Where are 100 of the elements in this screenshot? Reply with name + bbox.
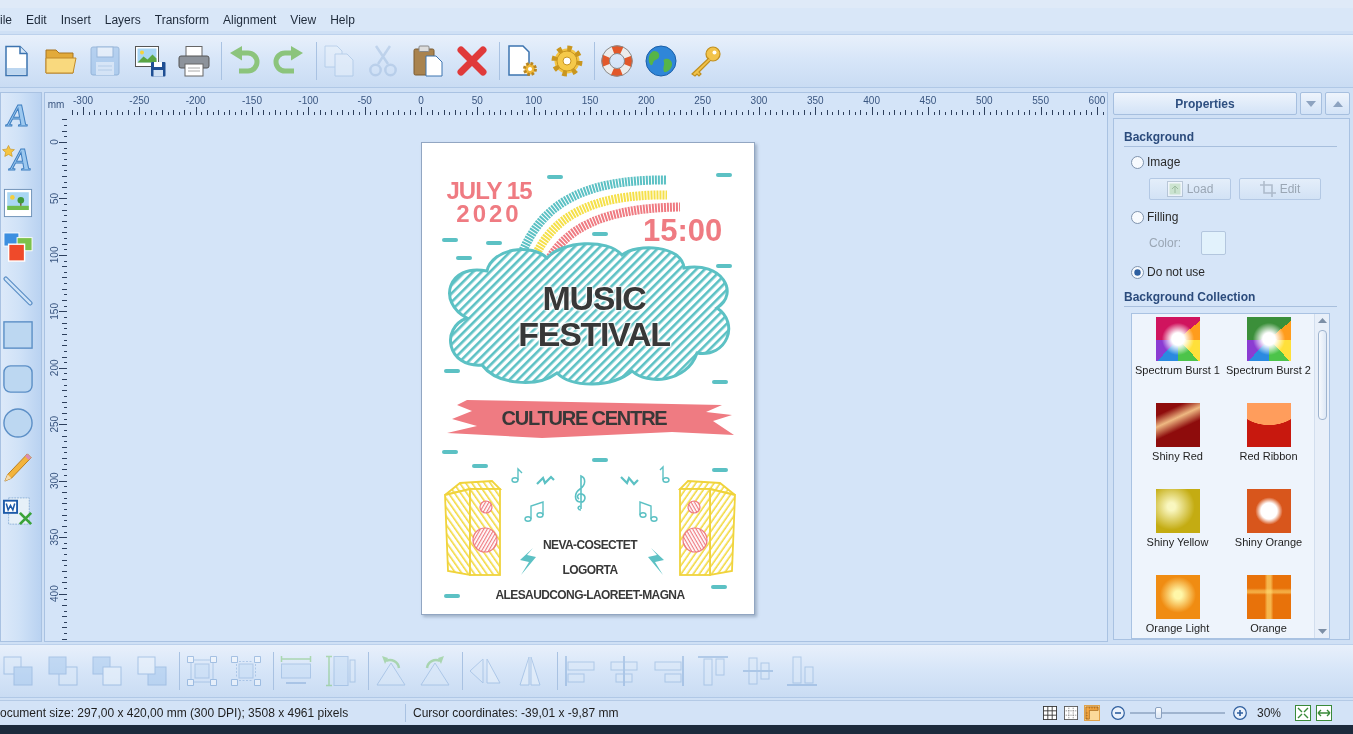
- dash-mark: [444, 369, 460, 373]
- page-gear-icon[interactable]: [506, 45, 538, 77]
- dash-mark: [444, 594, 460, 598]
- scroll-up-icon[interactable]: [1317, 318, 1327, 323]
- square-icon[interactable]: [3, 320, 33, 350]
- ruler-label: 500: [975, 95, 993, 106]
- background-item[interactable]: Red Ribbon: [1223, 401, 1314, 487]
- dash-mark: [442, 238, 458, 242]
- menu-item[interactable]: Edit: [26, 11, 47, 28]
- dash-mark: [486, 241, 502, 245]
- minus-circle-icon[interactable]: [1110, 705, 1125, 720]
- lightning-bolt-icon: [520, 548, 536, 575]
- menu-item[interactable]: ile: [0, 11, 12, 28]
- ruler-label: 250: [694, 95, 711, 106]
- background-item[interactable]: Shiny Orange: [1223, 487, 1314, 573]
- radio-option[interactable]: Do not use: [1131, 263, 1206, 281]
- dash-mark: [442, 450, 458, 454]
- ruler-label: 300: [750, 95, 768, 106]
- ruler-label: 150: [581, 95, 599, 106]
- lightning-bolt-icon: [648, 548, 664, 575]
- background-item[interactable]: Spectrum Burst 1: [1132, 315, 1223, 401]
- menu-item[interactable]: Layers: [104, 11, 141, 28]
- background-item[interactable]: Spectrum Burst 2: [1223, 315, 1314, 401]
- background-item[interactable]: Orange Light: [1132, 573, 1223, 638]
- dash-mark: [456, 256, 472, 260]
- collapse-button[interactable]: [1325, 92, 1350, 115]
- dash-mark: [547, 175, 563, 179]
- dash-mark: [712, 468, 728, 472]
- ruler-corner-icon[interactable]: [1083, 704, 1100, 721]
- ruler-label: 0: [49, 139, 60, 145]
- caret-up-icon: [1332, 100, 1343, 107]
- printer-icon[interactable]: [178, 45, 210, 77]
- background-item[interactable]: Shiny Red: [1132, 401, 1223, 487]
- music-note-icon: [511, 467, 523, 483]
- ruler-label: -250: [129, 95, 150, 106]
- date-text: JULY 15: [446, 179, 532, 202]
- stacked-pictures-icon[interactable]: [3, 232, 33, 262]
- expand-arrows-icon[interactable]: [1295, 704, 1311, 721]
- zigzag-icon: [620, 475, 639, 486]
- field-label: Color:: [1149, 236, 1182, 250]
- detail-text: NEVA-COSECTET: [543, 537, 637, 554]
- globe-icon[interactable]: [645, 45, 677, 77]
- ruler-label: 50: [49, 192, 60, 204]
- radio-option[interactable]: Filling: [1131, 208, 1179, 226]
- key-icon[interactable]: [689, 45, 722, 77]
- treble-clef-icon: [574, 475, 586, 511]
- music-note-icon: [524, 501, 544, 522]
- ruler-label: 450: [919, 95, 937, 106]
- radio-option[interactable]: Image: [1131, 153, 1181, 171]
- plus-circle-icon[interactable]: [1232, 705, 1247, 720]
- cross-icon[interactable]: [456, 45, 488, 77]
- ruler-label: 150: [49, 303, 60, 320]
- ruler-label: 100: [49, 246, 60, 264]
- music-note-icon: [639, 501, 658, 522]
- status-text: ocument size: 297,00 x 420,00 mm (300 DPI); 3508 x 4961 pixels: [0, 705, 349, 720]
- document-sheet-icon[interactable]: [3, 496, 33, 526]
- section-heading: Background: [1124, 130, 1194, 144]
- scroll-down-icon[interactable]: [1317, 629, 1327, 634]
- rounded-square-icon[interactable]: [3, 364, 33, 394]
- landscape-picture-icon[interactable]: [3, 188, 33, 218]
- curved-arrow-icon[interactable]: [272, 45, 305, 77]
- status-text: Cursor coordinates: -39,01 x -9,87 mm: [413, 705, 619, 720]
- menu-item[interactable]: View: [290, 11, 317, 28]
- ruler-label: 250: [49, 415, 60, 433]
- scrollbar-thumb[interactable]: [1317, 330, 1327, 420]
- slider-thumb[interactable]: [1154, 706, 1162, 719]
- caret-down-icon: [1306, 100, 1316, 107]
- ruler-unit: mm: [47, 98, 65, 110]
- dash-mark: [592, 232, 608, 236]
- menu-item[interactable]: Alignment: [223, 11, 277, 28]
- menu-item[interactable]: Help: [330, 11, 355, 28]
- circle-icon[interactable]: [3, 408, 33, 438]
- horizontal-arrows-icon[interactable]: [1316, 704, 1332, 721]
- time-text: 15:00: [643, 215, 723, 246]
- ruler-label: 600: [1088, 95, 1106, 106]
- ruler-label: 0: [418, 95, 424, 106]
- dotted-grid-icon[interactable]: [1062, 704, 1079, 721]
- zigzag-icon: [536, 475, 555, 485]
- gear-icon[interactable]: [550, 45, 583, 77]
- dash-mark: [716, 173, 732, 177]
- pencil-icon[interactable]: [3, 452, 33, 482]
- line-icon[interactable]: [3, 276, 33, 306]
- zoom-reading: 30%: [1256, 705, 1281, 720]
- ruler-label: 400: [49, 585, 60, 602]
- ruler-label: 350: [49, 528, 60, 546]
- lifebuoy-icon[interactable]: [600, 45, 633, 77]
- picture-disk-icon[interactable]: [133, 45, 166, 77]
- panel-title: Properties: [1113, 92, 1297, 115]
- menu-item[interactable]: Insert: [60, 11, 91, 28]
- clipboard-icon[interactable]: [411, 45, 444, 77]
- music-note-icon: [659, 465, 670, 483]
- ruler-label: 350: [806, 95, 824, 106]
- date-text: 2020: [456, 202, 522, 225]
- dropdown-button[interactable]: [1300, 92, 1322, 115]
- curved-arrow-icon[interactable]: [228, 45, 260, 77]
- grid-icon[interactable]: [1041, 704, 1058, 721]
- background-item[interactable]: Orange: [1223, 573, 1314, 638]
- background-item[interactable]: Shiny Yellow: [1132, 487, 1223, 573]
- menu-item[interactable]: Transform: [154, 11, 209, 28]
- detail-text: LOGORTA: [562, 562, 618, 579]
